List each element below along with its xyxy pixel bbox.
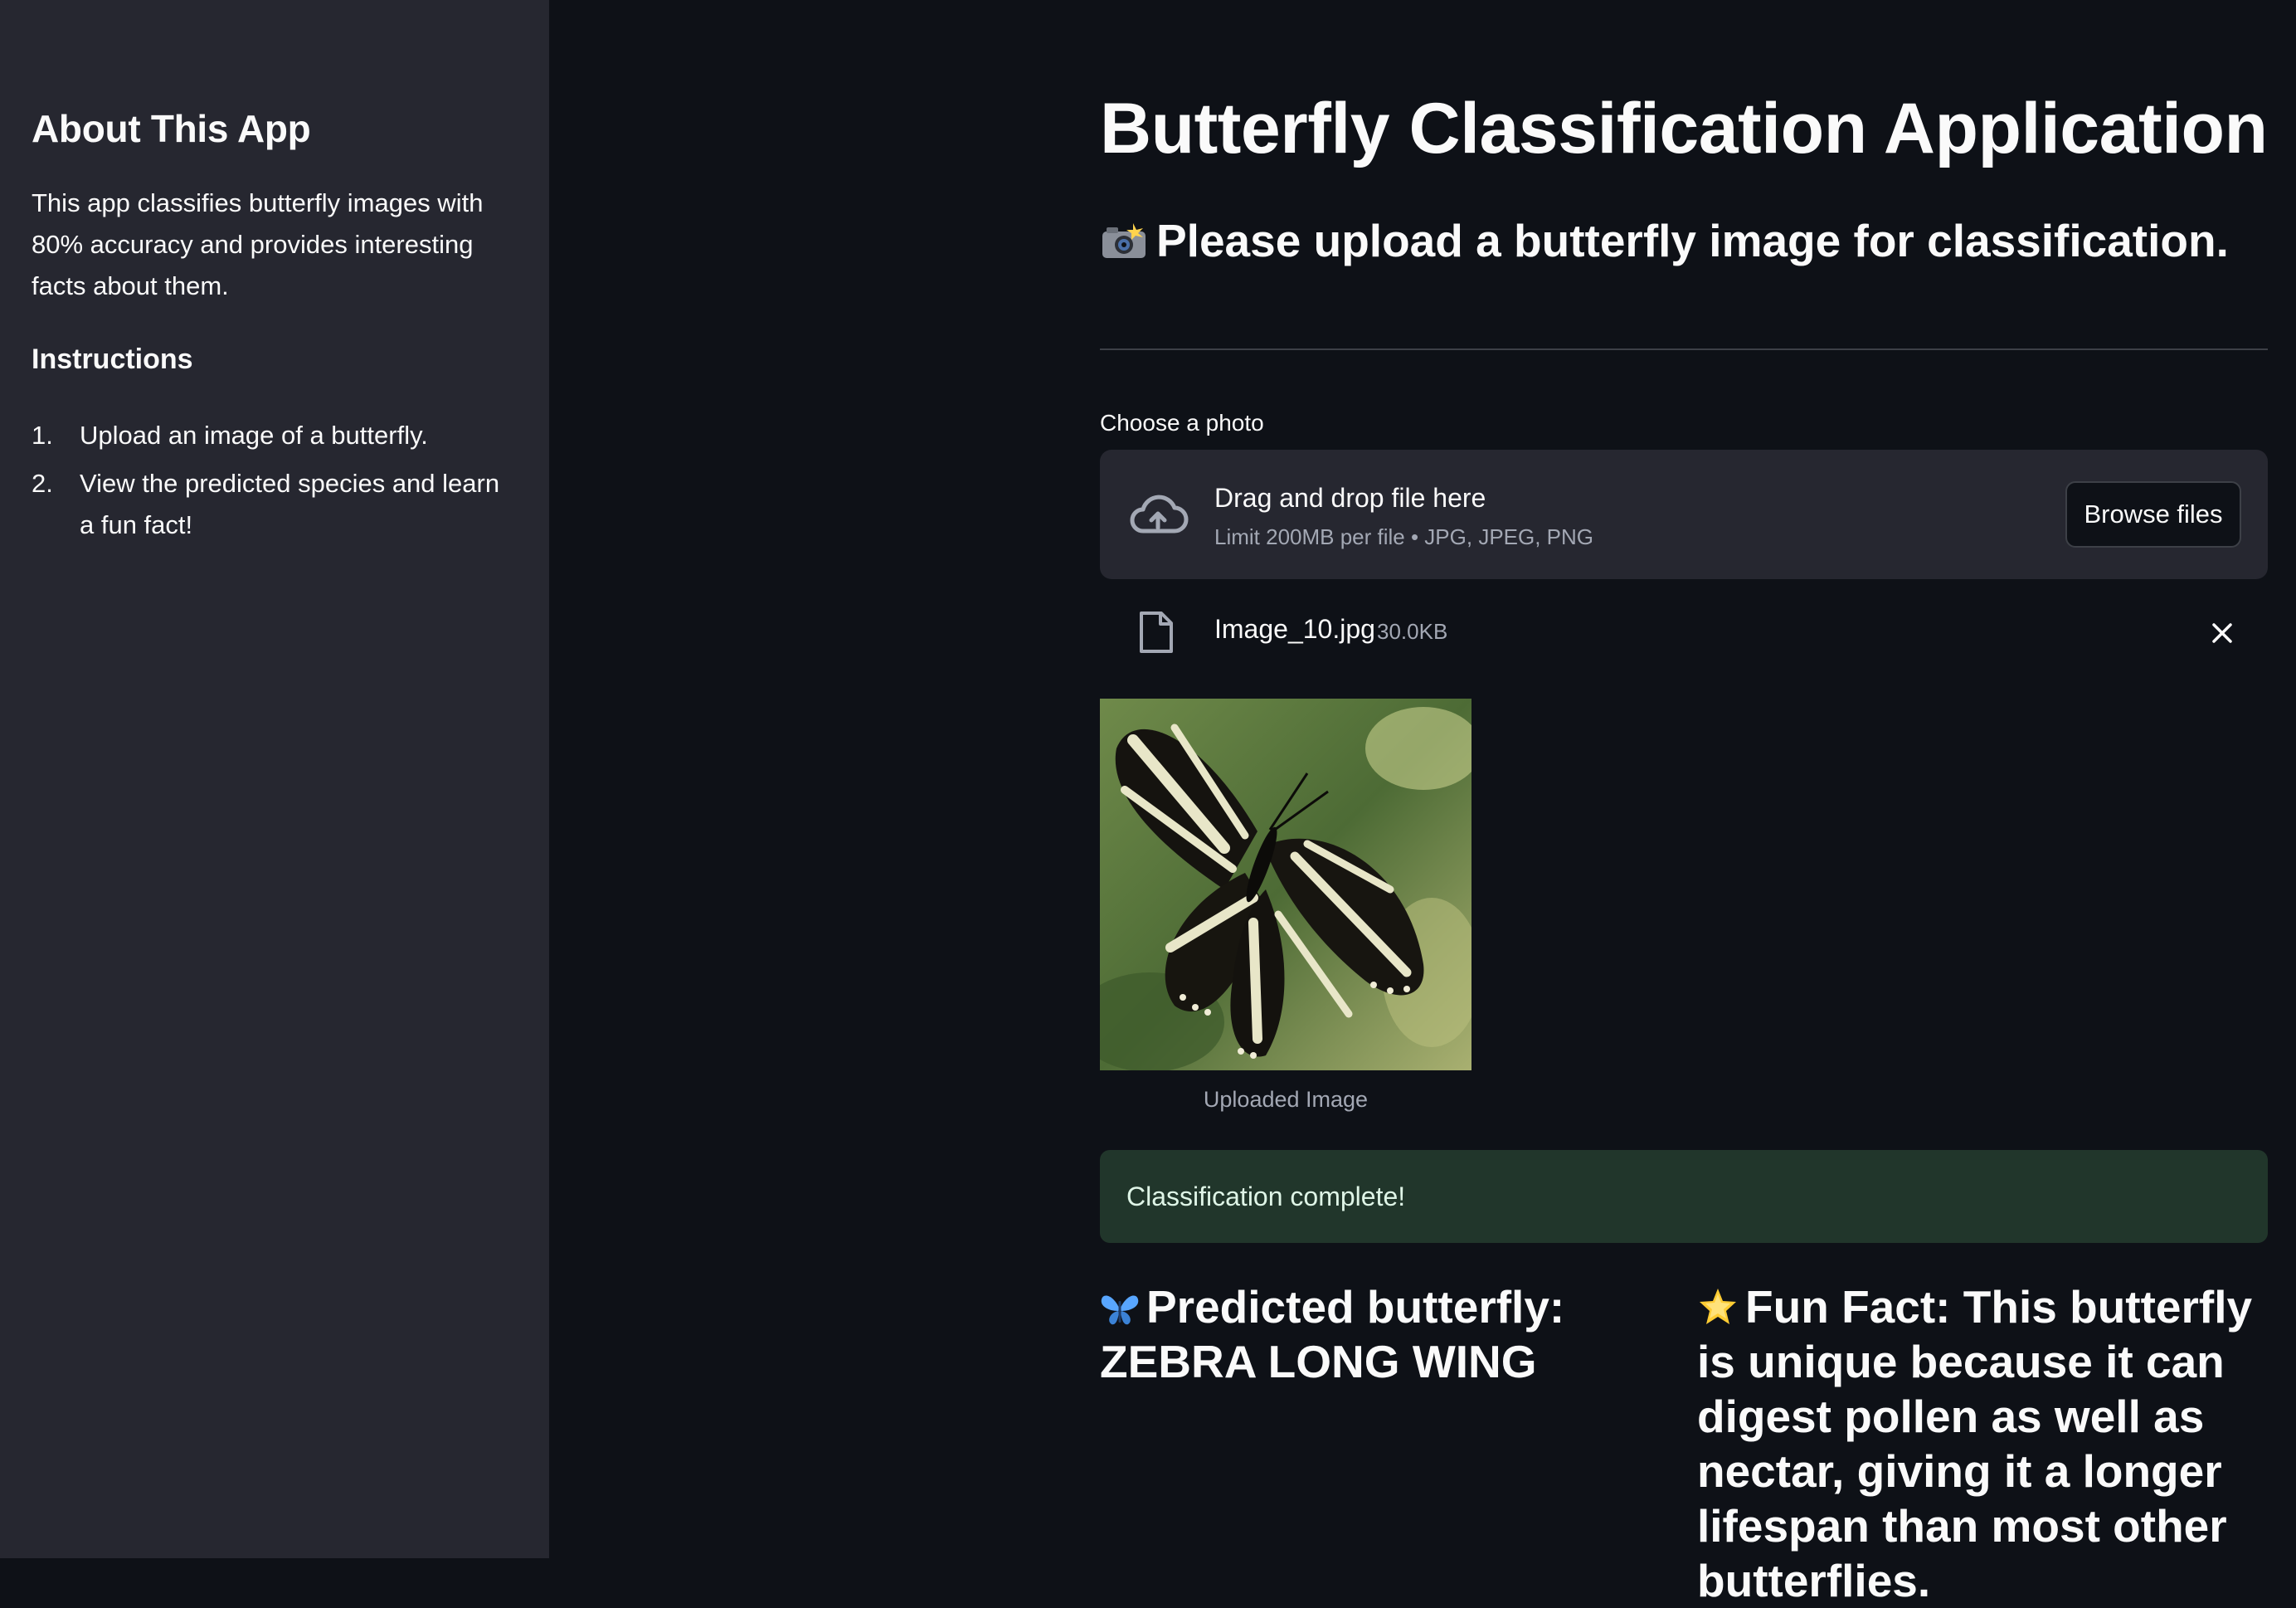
dropzone-title: Drag and drop file here [1214, 483, 1486, 513]
file-name: Image_10.jpg [1214, 614, 1375, 644]
camera-flash-icon [1102, 223, 1146, 258]
butterfly-icon [1101, 1295, 1139, 1325]
predicted-species: Predicted butterfly: ZEBRA LONG WING [1100, 1279, 1631, 1389]
uploaded-butterfly-image [1100, 699, 1471, 1070]
subtitle-text: Please upload a butterfly image for clas… [1156, 215, 2229, 266]
file-size: 30.0KB [1377, 619, 1448, 644]
fun-fact-text: Fun Fact: This butterfly is unique becau… [1697, 1281, 2253, 1606]
uploader-label: Choose a photo [1100, 410, 1264, 436]
browse-files-button[interactable]: Browse files [2065, 481, 2241, 548]
page-subtitle: Please upload a butterfly image for clas… [1100, 214, 2229, 267]
instruction-text: Upload an image of a butterfly. [80, 421, 428, 450]
instruction-number: 1. [32, 421, 53, 450]
close-icon[interactable] [2210, 621, 2235, 646]
instruction-item: 1. Upload an image of a butterfly. [32, 415, 513, 456]
sidebar-title: About This App [32, 107, 311, 150]
main-content: Butterfly Classification Application Ple… [1100, 0, 2269, 1606]
success-alert: Classification complete! [1100, 1150, 2268, 1243]
instruction-number: 2. [32, 469, 53, 498]
sidebar: About This App This app classifies butte… [0, 0, 549, 1558]
instructions-heading: Instructions [32, 344, 193, 375]
instruction-text: View the predicted species and learn a f… [80, 469, 500, 539]
instructions-list: 1. Upload an image of a butterfly. 2. Vi… [32, 415, 513, 553]
instruction-item: 2. View the predicted species and learn … [32, 463, 513, 546]
divider [1100, 348, 2268, 350]
dropzone-limit: Limit 200MB per file • JPG, JPEG, PNG [1214, 524, 1594, 549]
cloud-upload-icon [1130, 495, 1189, 534]
file-icon [1140, 612, 1173, 653]
star-icon [1700, 1289, 1736, 1324]
sidebar-description: This app classifies butterfly images wit… [32, 188, 484, 300]
page-title: Butterfly Classification Application [1100, 89, 2268, 168]
prediction-text: Predicted butterfly: ZEBRA LONG WING [1100, 1281, 1565, 1387]
image-caption: Uploaded Image [1203, 1087, 1369, 1112]
file-dropzone[interactable]: Drag and drop file here Limit 200MB per … [1100, 450, 2268, 579]
uploaded-file-row: Image_10.jpg 30.0KB [1100, 599, 2268, 665]
fun-fact: Fun Fact: This butterfly is unique becau… [1697, 1279, 2269, 1608]
